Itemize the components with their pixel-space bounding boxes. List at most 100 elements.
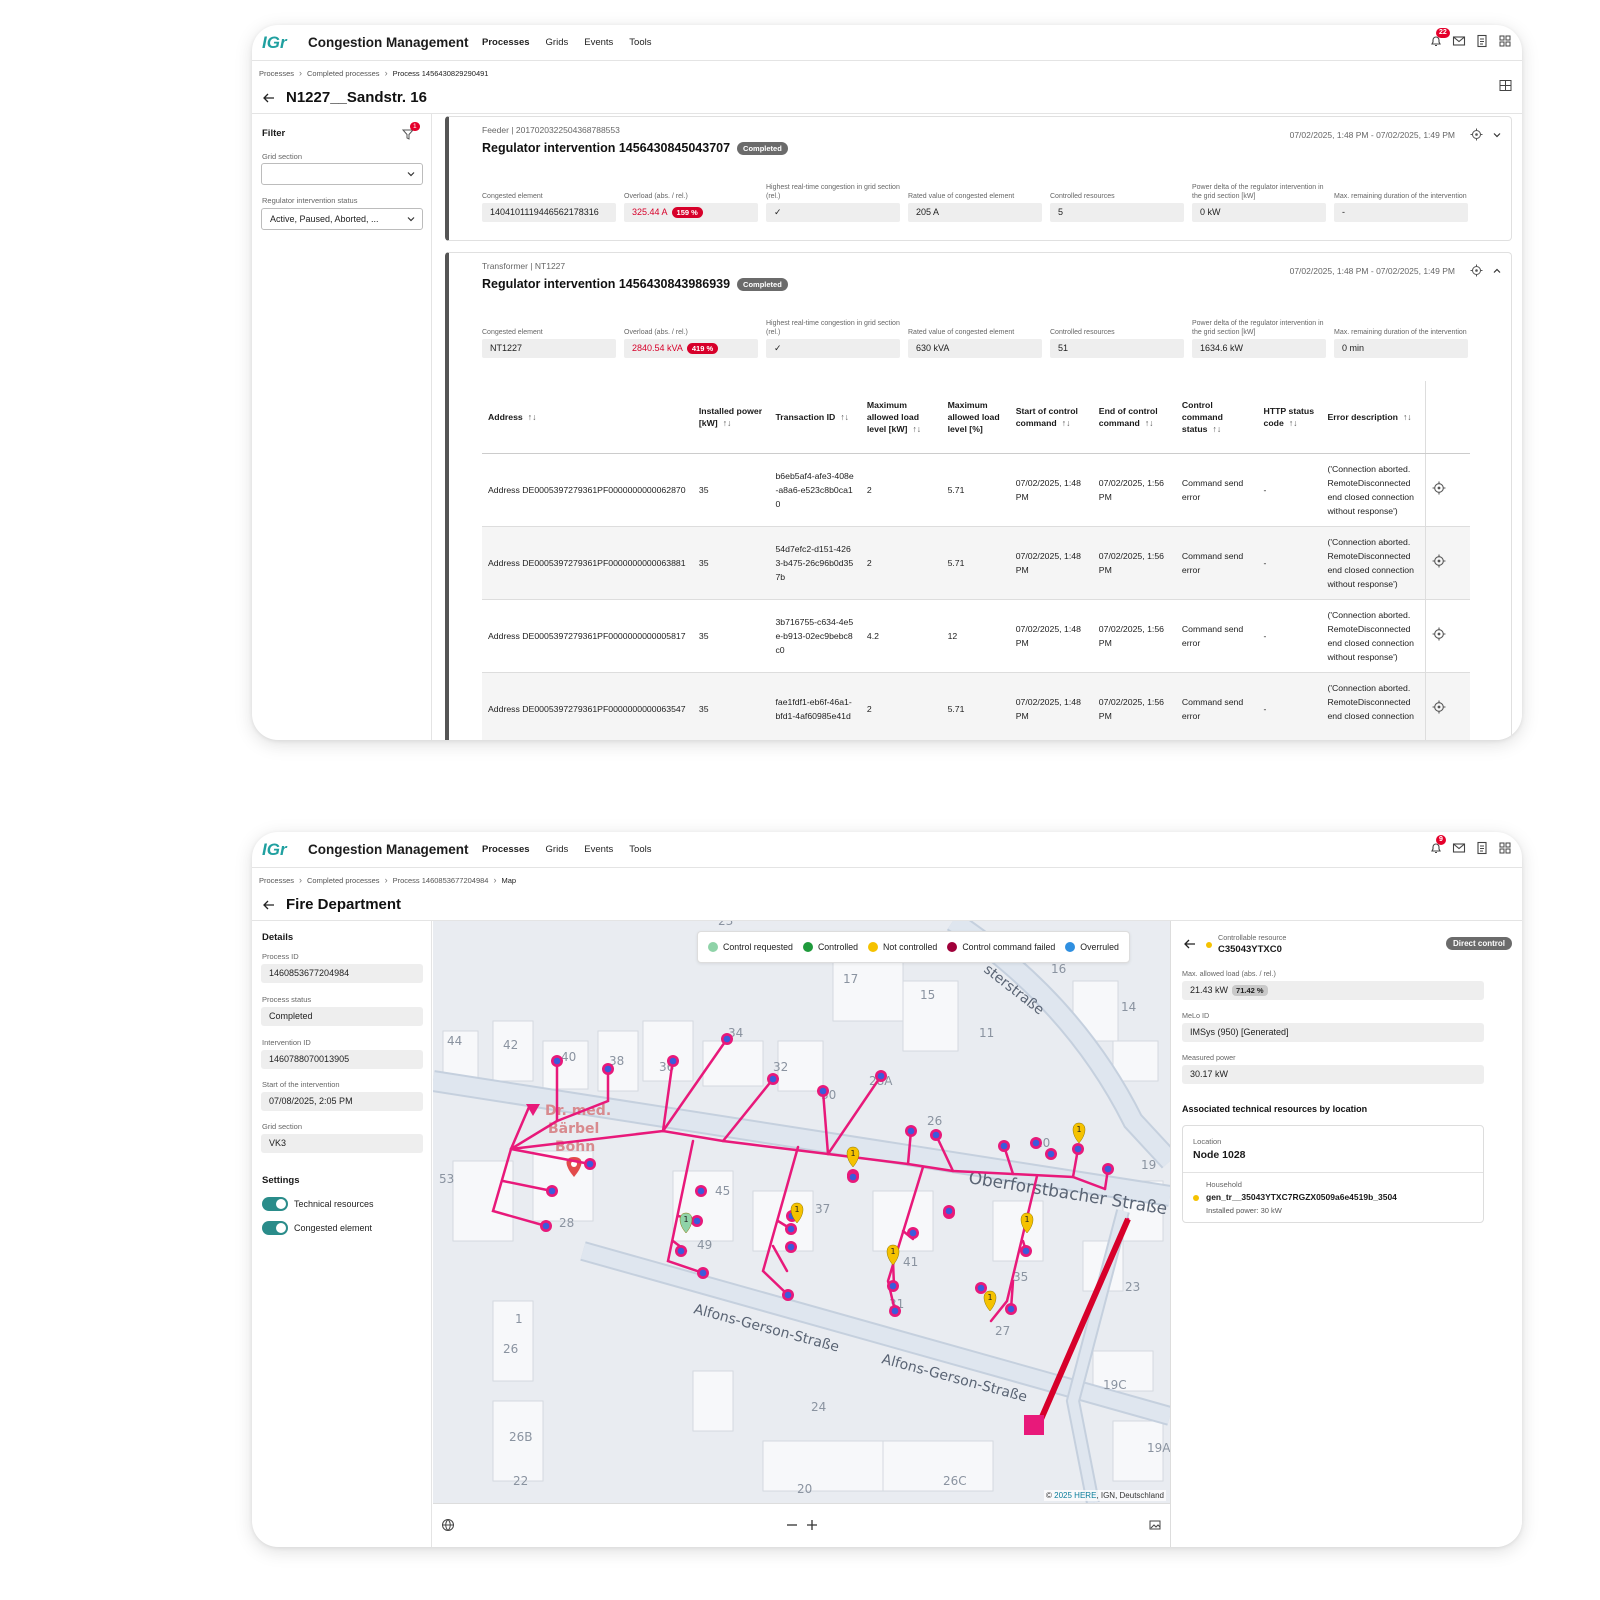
zoom-in-icon[interactable]	[805, 1518, 819, 1532]
breadcrumb-completed[interactable]: Completed processes	[307, 876, 380, 885]
field-value: 1404101119446562178316	[482, 203, 616, 222]
controlled-resources-field: Controlled resources 51	[1050, 319, 1184, 358]
row-locate-button[interactable]	[1425, 526, 1470, 600]
location-value: Node 1028	[1193, 1149, 1246, 1161]
nav-grids[interactable]: Grids	[546, 844, 569, 855]
overload-field: Overload (abs. / rel.) 325.44 A 159 %	[624, 183, 758, 222]
resource-node-core	[849, 1173, 857, 1181]
bell-icon[interactable]: 22	[1429, 28, 1450, 48]
col-installed-power[interactable]: Installed power [kW] ↑↓	[692, 381, 770, 454]
sort-icon[interactable]: ↑↓	[1403, 412, 1412, 422]
row-locate-button[interactable]	[1425, 672, 1470, 740]
highest-congestion-field: Highest real-time congestion in grid sec…	[766, 319, 900, 358]
settings-heading: Settings	[262, 1175, 300, 1186]
status-filter-select[interactable]: Active, Paused, Aborted, ...	[261, 208, 423, 230]
breadcrumb-processes[interactable]: Processes	[259, 69, 294, 78]
nav-processes[interactable]: Processes	[482, 37, 530, 48]
resource-node-core	[784, 1291, 792, 1299]
filter-count-badge: 1	[410, 122, 420, 131]
back-arrow-icon[interactable]	[262, 898, 276, 912]
row-locate-button[interactable]	[1425, 599, 1470, 673]
breadcrumb-completed[interactable]: Completed processes	[307, 69, 380, 78]
col-http[interactable]: HTTP status code ↑↓	[1257, 381, 1322, 454]
house-number-label: 16	[1051, 962, 1066, 976]
cell-start: 07/02/2025, 1:48 PM	[1009, 672, 1093, 740]
zoom-out-icon[interactable]	[785, 1518, 799, 1532]
locate-icon[interactable]	[1470, 264, 1483, 277]
nav-processes[interactable]: Processes	[482, 844, 530, 855]
col-max-load-kw[interactable]: Maximum allowed load level [kW] ↑↓	[860, 381, 942, 454]
back-arrow-icon[interactable]	[262, 91, 276, 105]
cell-transaction-id: b6eb5af4-afe3-408e-a8a6-e523c8b0ca10	[769, 453, 861, 527]
col-max-load-pct[interactable]: Maximum allowed load level [%]	[941, 381, 1010, 454]
household-id[interactable]: gen_tr__35043YTXC7RGZX0509a6e4519b_3504	[1206, 1192, 1397, 1202]
cell-transaction-id: 3b716755-c634-4e5e-b913-02ec9bebc8c0	[769, 599, 861, 673]
globe-icon[interactable]	[441, 1518, 455, 1532]
table-row[interactable]: Address DE0005397279361PF000000000000581…	[482, 599, 1470, 673]
chevron-down-icon[interactable]	[1492, 130, 1502, 140]
grid-map[interactable]: Oberforstbacher Straße Alfons-Gerson-Str…	[433, 921, 1170, 1503]
col-end[interactable]: End of control command ↑↓	[1092, 381, 1176, 454]
sort-icon[interactable]: ↑↓	[1062, 418, 1071, 428]
nav-events[interactable]: Events	[584, 844, 613, 855]
technical-resources-toggle[interactable]	[262, 1197, 288, 1211]
sort-icon[interactable]: ↑↓	[1212, 424, 1221, 434]
document-icon[interactable]	[1475, 34, 1489, 48]
nav-tools[interactable]: Tools	[629, 37, 651, 48]
field-label: Power delta of the regulator interventio…	[1192, 184, 1324, 200]
pin-count-label: 1	[851, 1149, 856, 1158]
nav-events[interactable]: Events	[584, 37, 613, 48]
cell-max-load-kw: 2	[860, 526, 942, 600]
document-icon[interactable]	[1475, 841, 1489, 855]
apps-grid-icon[interactable]	[1498, 34, 1512, 48]
sort-icon[interactable]: ↑↓	[723, 418, 732, 428]
breadcrumb-processes[interactable]: Processes	[259, 876, 294, 885]
sort-icon[interactable]: ↑↓	[1289, 418, 1298, 428]
house-number-label: 49	[697, 1238, 712, 1252]
grid-section-select[interactable]	[261, 163, 423, 185]
col-status[interactable]: Control command status ↑↓	[1175, 381, 1258, 454]
table-row[interactable]: Address DE0005397279361PF000000000006388…	[482, 526, 1470, 600]
sort-icon[interactable]: ↑↓	[1145, 418, 1154, 428]
nav-tools[interactable]: Tools	[629, 844, 651, 855]
table-row[interactable]: Address DE0005397279361PF000000000006287…	[482, 453, 1470, 527]
resource-node-core	[877, 1072, 885, 1080]
map-canvas[interactable]: Oberforstbacher Straße Alfons-Gerson-Str…	[433, 921, 1170, 1503]
col-error[interactable]: Error description ↑↓	[1321, 381, 1426, 454]
poi-label: Dr. med.	[545, 1103, 611, 1119]
breadcrumb-process[interactable]: Process 1460853677204984	[393, 876, 489, 885]
sort-icon[interactable]: ↑↓	[840, 412, 849, 422]
here-link[interactable]: 2025 HERE	[1054, 1491, 1096, 1500]
apps-grid-icon[interactable]	[1498, 841, 1512, 855]
chevron-up-icon[interactable]	[1492, 266, 1502, 276]
igr-logo[interactable]: IGr	[262, 839, 294, 859]
mail-icon[interactable]	[1452, 841, 1466, 855]
col-start[interactable]: Start of control command ↑↓	[1009, 381, 1093, 454]
power-delta-field: Power delta of the regulator interventio…	[1192, 319, 1326, 358]
mail-icon[interactable]	[1452, 34, 1466, 48]
legend-item: Overruled	[1065, 942, 1119, 952]
nav-grids[interactable]: Grids	[546, 37, 569, 48]
map-layers-icon[interactable]	[1148, 1518, 1162, 1532]
household-label: Household	[1206, 1180, 1242, 1189]
col-address[interactable]: Address ↑↓	[482, 381, 693, 454]
poi-label: Bärbel	[548, 1121, 599, 1137]
locate-icon[interactable]	[1470, 128, 1483, 141]
layout-toggle-icon[interactable]	[1499, 79, 1512, 92]
sort-icon[interactable]: ↑↓	[912, 424, 921, 434]
resource-node-core	[1047, 1150, 1055, 1158]
table-row[interactable]: Address DE0005397279361PF000000000006354…	[482, 672, 1470, 740]
legend-item: Controlled	[802, 942, 858, 952]
cell-error: ('Connection aborted. RemoteDisconnected…	[1321, 599, 1426, 673]
status-dot-icon	[868, 942, 879, 952]
resource-node-core	[1022, 1247, 1030, 1255]
row-locate-button[interactable]	[1425, 453, 1470, 527]
resource-node-core	[1032, 1139, 1040, 1147]
col-transaction-id[interactable]: Transaction ID ↑↓	[769, 381, 861, 454]
resource-node-core	[932, 1131, 940, 1139]
sort-icon[interactable]: ↑↓	[528, 412, 537, 422]
bell-icon[interactable]: 9	[1429, 835, 1446, 855]
igr-logo[interactable]: IGr	[262, 32, 294, 52]
back-arrow-icon[interactable]	[1183, 937, 1197, 951]
congested-element-toggle[interactable]	[262, 1221, 288, 1235]
